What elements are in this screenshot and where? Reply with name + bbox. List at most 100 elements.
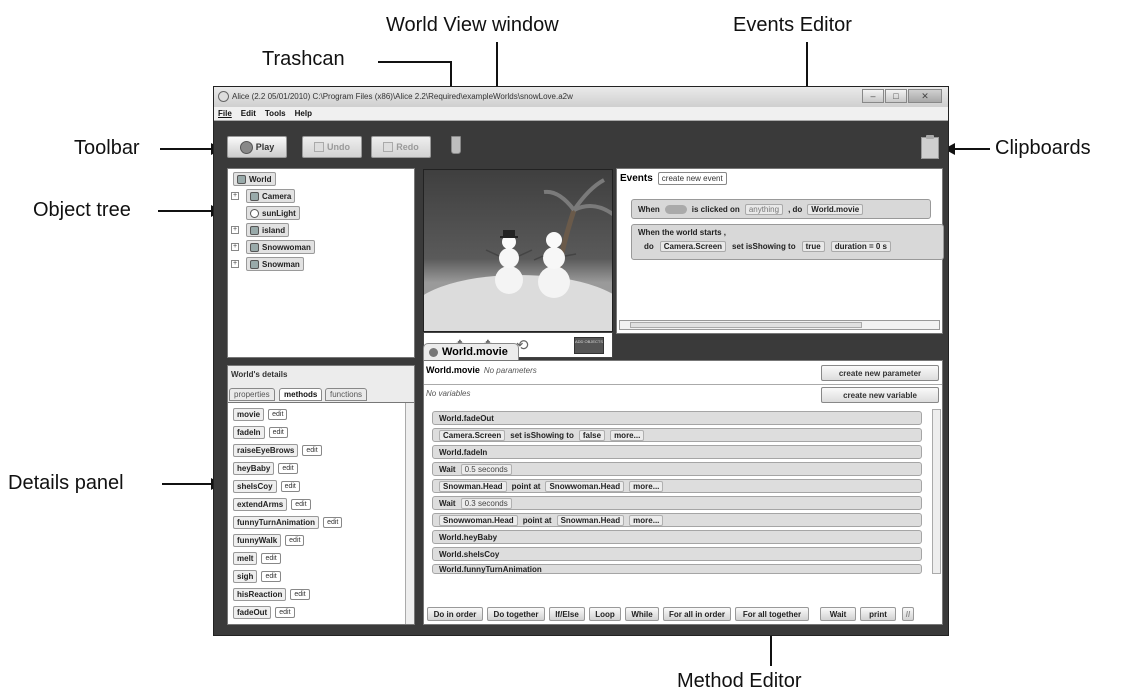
expand-icon[interactable]: +	[231, 260, 239, 268]
edit-button[interactable]: edit	[291, 498, 311, 510]
method-button[interactable]: funnyWalk	[233, 533, 282, 547]
edit-button[interactable]: edit	[261, 570, 281, 582]
events-scrollbar[interactable]	[619, 320, 940, 330]
while-button[interactable]: While	[625, 607, 659, 621]
method-button[interactable]: sigh	[233, 569, 258, 583]
statement[interactable]: Snowwoman.Head point at Snowman.Head mor…	[432, 513, 922, 527]
stmt-value[interactable]: false	[578, 429, 606, 441]
expand-icon[interactable]: +	[231, 192, 239, 200]
method-button[interactable]: heyBaby	[233, 461, 275, 475]
stmt-value[interactable]: 0.5 seconds	[460, 463, 512, 475]
menu-file[interactable]: File	[218, 109, 232, 120]
header-divider	[424, 384, 942, 385]
event-when-clicked[interactable]: When is clicked on anything , do World.m…	[631, 199, 931, 219]
play-button[interactable]: Play	[227, 136, 287, 158]
create-new-variable-button[interactable]: create new variable	[821, 387, 939, 403]
tree-item-camera[interactable]: Camera	[246, 189, 296, 203]
add-objects-button[interactable]: ADD OBJECTS	[574, 337, 604, 354]
duration-dropdown[interactable]: duration = 0 s	[830, 241, 891, 252]
statement[interactable]: Snowman.Head point at Snowwoman.Head mor…	[432, 479, 922, 493]
world-view-window[interactable]	[423, 169, 613, 332]
camera-screen-dropdown[interactable]: Camera.Screen	[659, 241, 727, 252]
tree-item-world[interactable]: World	[233, 172, 276, 186]
comment-button[interactable]: //	[902, 607, 914, 621]
statement[interactable]: World.sheIsCoy	[432, 547, 922, 561]
menu-edit[interactable]: Edit	[241, 109, 256, 120]
close-icon[interactable]: ✕	[908, 89, 942, 103]
statement[interactable]: World.fadeIn	[432, 445, 922, 459]
edit-button[interactable]: edit	[323, 516, 343, 528]
scroll-thumb[interactable]	[630, 322, 862, 328]
method-name: World.movie	[426, 365, 480, 375]
tab-methods[interactable]: methods	[279, 388, 323, 401]
redo-icon	[383, 142, 394, 152]
edit-button[interactable]: edit	[285, 534, 305, 546]
anything-dropdown[interactable]: anything	[744, 203, 784, 215]
expand-icon[interactable]: +	[231, 226, 239, 234]
wait-button[interactable]: Wait	[820, 607, 856, 621]
method-scrollbar[interactable]	[932, 409, 941, 574]
statement[interactable]: Wait 0.3 seconds	[432, 496, 922, 510]
edit-button[interactable]: edit	[278, 462, 298, 474]
edit-button[interactable]: edit	[261, 552, 281, 564]
event-world-starts[interactable]: When the world starts , do Camera.Screen…	[631, 224, 944, 260]
tree-item-sunlight[interactable]: sunLight	[246, 206, 300, 220]
stmt-target[interactable]: Snowwoman.Head	[439, 514, 518, 526]
minimize-icon[interactable]: –	[862, 89, 884, 103]
do-together-button[interactable]: Do together	[487, 607, 545, 621]
for-all-in-order-button[interactable]: For all in order	[663, 607, 731, 621]
world-movie-dropdown[interactable]: World.movie	[807, 203, 864, 215]
clipboard-icon[interactable]	[921, 135, 939, 159]
stmt-target[interactable]: Camera.Screen	[439, 429, 506, 441]
edit-button[interactable]: edit	[280, 480, 300, 492]
edit-button[interactable]: edit	[268, 426, 288, 438]
method-button[interactable]: fadeOut	[233, 605, 272, 619]
for-all-together-button[interactable]: For all together	[735, 607, 809, 621]
create-new-event-button[interactable]: create new event	[657, 172, 727, 185]
method-button[interactable]: sheIsCoy	[233, 479, 277, 493]
stmt-value[interactable]: Snowman.Head	[556, 514, 625, 526]
stmt-more[interactable]: more...	[629, 514, 664, 526]
method-button[interactable]: raiseEyeBrows	[233, 443, 299, 457]
tree-item-island[interactable]: island	[246, 223, 290, 237]
method-button[interactable]: funnyTurnAnimation	[233, 515, 320, 529]
details-scrollbar[interactable]	[405, 403, 414, 624]
stmt-value[interactable]: Snowwoman.Head	[545, 480, 625, 492]
statement[interactable]: Camera.Screen set isShowing to false mor…	[432, 428, 922, 442]
tree-item-snowwoman[interactable]: Snowwoman	[246, 240, 315, 254]
do-in-order-button[interactable]: Do in order	[427, 607, 483, 621]
statement[interactable]: World.heyBaby	[432, 530, 922, 544]
edit-button[interactable]: edit	[268, 408, 288, 420]
print-button[interactable]: print	[860, 607, 896, 621]
menu-help[interactable]: Help	[295, 109, 312, 120]
tab-properties[interactable]: properties	[229, 388, 275, 401]
maximize-icon[interactable]: □	[885, 89, 907, 103]
edit-button[interactable]: edit	[290, 588, 310, 600]
true-dropdown[interactable]: true	[801, 241, 825, 252]
statement[interactable]: World.funnyTurnAnimation	[432, 564, 922, 574]
stmt-more[interactable]: more...	[610, 429, 645, 441]
method-button[interactable]: hisReaction	[233, 587, 287, 601]
statement[interactable]: Wait 0.5 seconds	[432, 462, 922, 476]
method-button[interactable]: melt	[233, 551, 258, 565]
menu-tools[interactable]: Tools	[265, 109, 286, 120]
tree-item-snowman[interactable]: Snowman	[246, 257, 304, 271]
trashcan-icon[interactable]	[451, 136, 461, 154]
method-button[interactable]: extendArms	[233, 497, 288, 511]
edit-button[interactable]: edit	[302, 444, 322, 456]
method-button[interactable]: movie	[233, 407, 265, 421]
method-tab[interactable]: World.movie	[423, 343, 519, 360]
edit-button[interactable]: edit	[275, 606, 295, 618]
expand-icon[interactable]: +	[231, 243, 239, 251]
loop-button[interactable]: Loop	[589, 607, 621, 621]
stmt-value[interactable]: 0.3 seconds	[460, 497, 512, 509]
stmt-more[interactable]: more...	[629, 480, 664, 492]
stmt-target[interactable]: Snowman.Head	[439, 480, 507, 492]
method-button[interactable]: fadeIn	[233, 425, 265, 439]
tab-functions[interactable]: functions	[325, 388, 368, 401]
redo-button[interactable]: Redo	[371, 136, 431, 158]
statement[interactable]: World.fadeOut	[432, 411, 922, 425]
undo-button[interactable]: Undo	[302, 136, 362, 158]
create-new-parameter-button[interactable]: create new parameter	[821, 365, 939, 381]
if-else-button[interactable]: If/Else	[549, 607, 585, 621]
